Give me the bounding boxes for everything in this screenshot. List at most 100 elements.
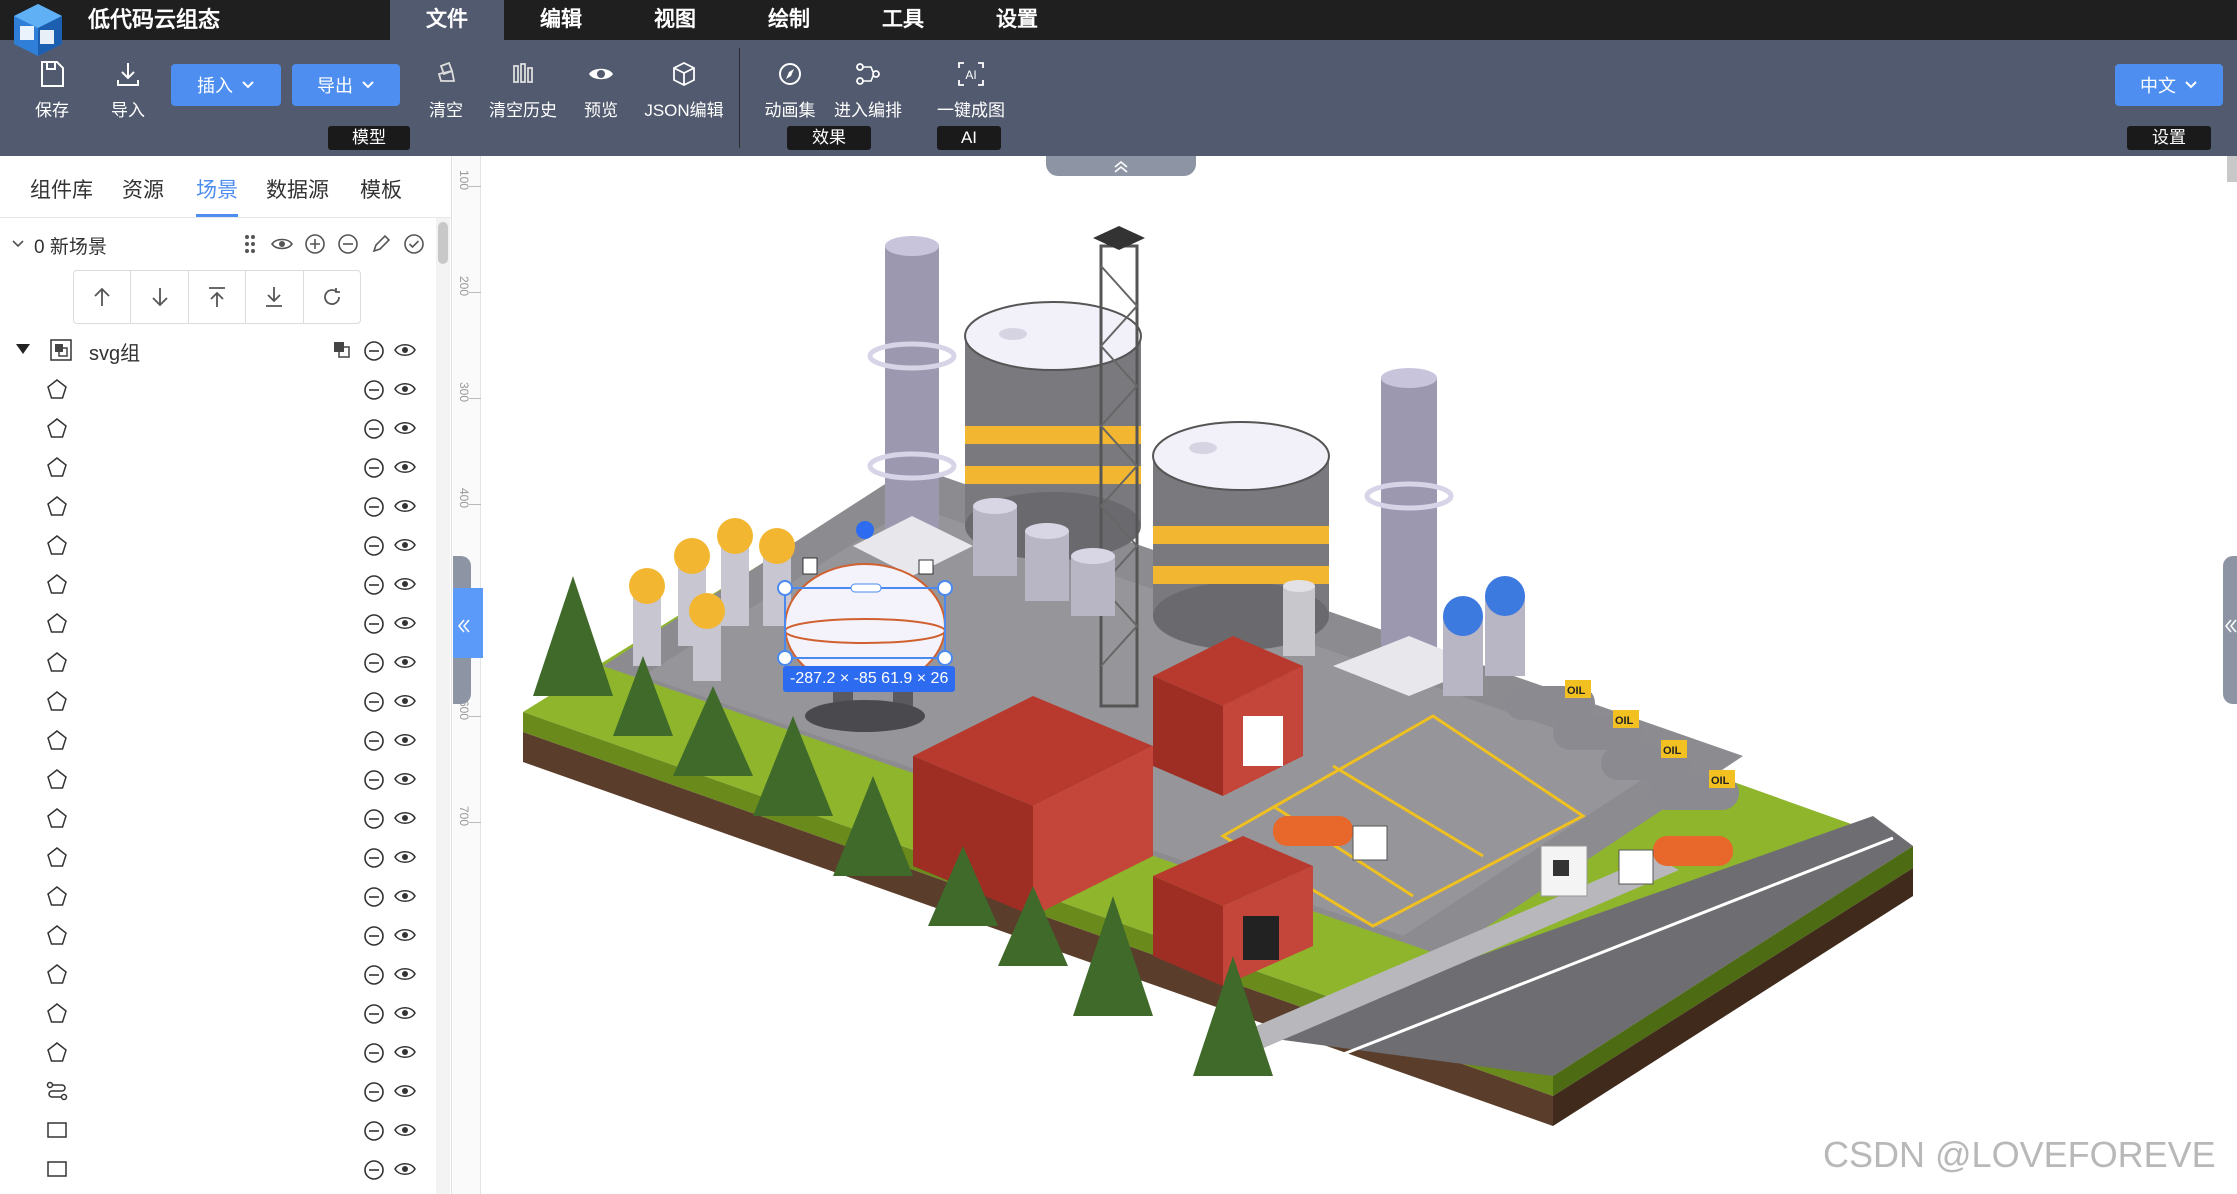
guard-booth[interactable]	[1540, 845, 1588, 897]
drag-handle-icon[interactable]	[238, 232, 262, 256]
tree-item[interactable]	[0, 486, 440, 525]
eye-icon[interactable]	[394, 810, 416, 826]
tab-datasource[interactable]: 数据源	[266, 174, 329, 204]
eye-icon[interactable]	[394, 342, 416, 358]
export-dropdown[interactable]: 导出	[292, 64, 400, 106]
tree-item[interactable]	[0, 525, 440, 564]
eye-icon[interactable]	[394, 459, 416, 475]
json-edit-button[interactable]: JSON编辑	[643, 60, 725, 121]
eye-icon[interactable]	[394, 888, 416, 904]
eye-icon[interactable]	[394, 615, 416, 631]
remove-circle-icon[interactable]	[362, 690, 386, 714]
eye-icon[interactable]	[394, 576, 416, 592]
insert-dropdown[interactable]: 插入	[171, 64, 281, 106]
menu-tab-2[interactable]: 视图	[618, 0, 732, 40]
tab-scene[interactable]: 场景	[196, 174, 238, 204]
animation-set-button[interactable]: 动画集	[763, 60, 817, 121]
remove-circle-icon[interactable]	[336, 232, 360, 256]
tree-item[interactable]	[0, 681, 440, 720]
tree-item[interactable]	[0, 447, 440, 486]
remove-circle-icon[interactable]	[362, 807, 386, 831]
remove-circle-icon[interactable]	[362, 573, 386, 597]
eye-icon[interactable]	[394, 732, 416, 748]
tree-item[interactable]	[0, 564, 440, 603]
remove-circle-icon[interactable]	[362, 924, 386, 948]
menu-tab-4[interactable]: 工具	[846, 0, 960, 40]
remove-circle-icon[interactable]	[362, 651, 386, 675]
move-bottom-button[interactable]	[246, 271, 304, 323]
menu-tab-1[interactable]: 编辑	[504, 0, 618, 40]
preview-button[interactable]: 预览	[583, 60, 619, 121]
remove-circle-icon[interactable]	[362, 768, 386, 792]
move-top-button[interactable]	[189, 271, 247, 323]
remove-circle-icon[interactable]	[362, 885, 386, 909]
eye-icon[interactable]	[394, 1083, 416, 1099]
remove-circle-icon[interactable]	[362, 1041, 386, 1065]
remove-circle-icon[interactable]	[362, 495, 386, 519]
eye-icon[interactable]	[394, 966, 416, 982]
eye-icon[interactable]	[394, 1005, 416, 1021]
language-dropdown[interactable]: 中文	[2115, 64, 2223, 106]
tree-item[interactable]	[0, 993, 440, 1032]
menu-tab-5[interactable]: 设置	[960, 0, 1074, 40]
refresh-button[interactable]	[304, 271, 360, 323]
tree-item[interactable]	[0, 1110, 440, 1149]
tab-component-library[interactable]: 组件库	[30, 174, 93, 204]
import-button[interactable]: 导入	[110, 60, 146, 121]
menu-tab-3[interactable]: 绘制	[732, 0, 846, 40]
left-scrollbar-track[interactable]	[436, 218, 450, 1194]
remove-circle-icon[interactable]	[362, 456, 386, 480]
move-up-button[interactable]	[74, 271, 132, 323]
check-circle-icon[interactable]	[402, 232, 426, 256]
remove-circle-icon[interactable]	[362, 339, 386, 363]
remove-circle-icon[interactable]	[362, 846, 386, 870]
industrial-plant-scene[interactable]: OIL OIL OIL OIL	[453, 156, 2237, 1194]
one-click-graph-button[interactable]: AI 一键成图	[937, 60, 1005, 121]
enter-edit-button[interactable]: 进入编排	[833, 60, 903, 121]
tree-item[interactable]	[0, 876, 440, 915]
menu-tab-0[interactable]: 文件	[390, 0, 504, 40]
tab-resources[interactable]: 资源	[122, 174, 164, 204]
tree-item[interactable]	[0, 1149, 440, 1188]
tree-item[interactable]	[0, 408, 440, 447]
canvas-scrollbar-thumb[interactable]	[2227, 156, 2237, 182]
edit-icon[interactable]	[369, 232, 393, 256]
remove-circle-icon[interactable]	[362, 1002, 386, 1026]
collapse-toolbar-button[interactable]	[1046, 156, 1196, 176]
eye-icon[interactable]	[270, 232, 294, 256]
eye-icon[interactable]	[394, 420, 416, 436]
editor-canvas[interactable]: 100200300400500600700	[453, 156, 2237, 1194]
eye-icon[interactable]	[394, 693, 416, 709]
eye-icon[interactable]	[394, 1161, 416, 1177]
clear-button[interactable]: 清空	[428, 60, 464, 121]
remove-circle-icon[interactable]	[362, 612, 386, 636]
move-down-button[interactable]	[131, 271, 189, 323]
tree-item[interactable]	[0, 915, 440, 954]
tree-item[interactable]	[0, 1032, 440, 1071]
tree-item[interactable]	[0, 642, 440, 681]
tree-item[interactable]	[0, 837, 440, 876]
scene-row[interactable]: 0 新场景	[0, 218, 440, 270]
add-circle-icon[interactable]	[303, 232, 327, 256]
tree-item[interactable]	[0, 720, 440, 759]
remove-circle-icon[interactable]	[362, 729, 386, 753]
tab-template[interactable]: 模板	[360, 174, 402, 204]
remove-circle-icon[interactable]	[362, 963, 386, 987]
ungroup-icon[interactable]	[332, 340, 352, 360]
save-button[interactable]: 保存	[34, 60, 70, 121]
tree-item[interactable]	[0, 1071, 440, 1110]
tree-item[interactable]	[0, 798, 440, 837]
remove-circle-icon[interactable]	[362, 1158, 386, 1182]
clear-history-button[interactable]: 清空历史	[488, 60, 558, 121]
eye-icon[interactable]	[394, 1122, 416, 1138]
tree-item[interactable]	[0, 759, 440, 798]
tree-item[interactable]	[0, 603, 440, 642]
remove-circle-icon[interactable]	[362, 378, 386, 402]
eye-icon[interactable]	[394, 927, 416, 943]
remove-circle-icon[interactable]	[362, 1080, 386, 1104]
eye-icon[interactable]	[394, 654, 416, 670]
remove-circle-icon[interactable]	[362, 417, 386, 441]
eye-icon[interactable]	[394, 771, 416, 787]
eye-icon[interactable]	[394, 1044, 416, 1060]
caret-down-icon[interactable]	[14, 342, 32, 356]
